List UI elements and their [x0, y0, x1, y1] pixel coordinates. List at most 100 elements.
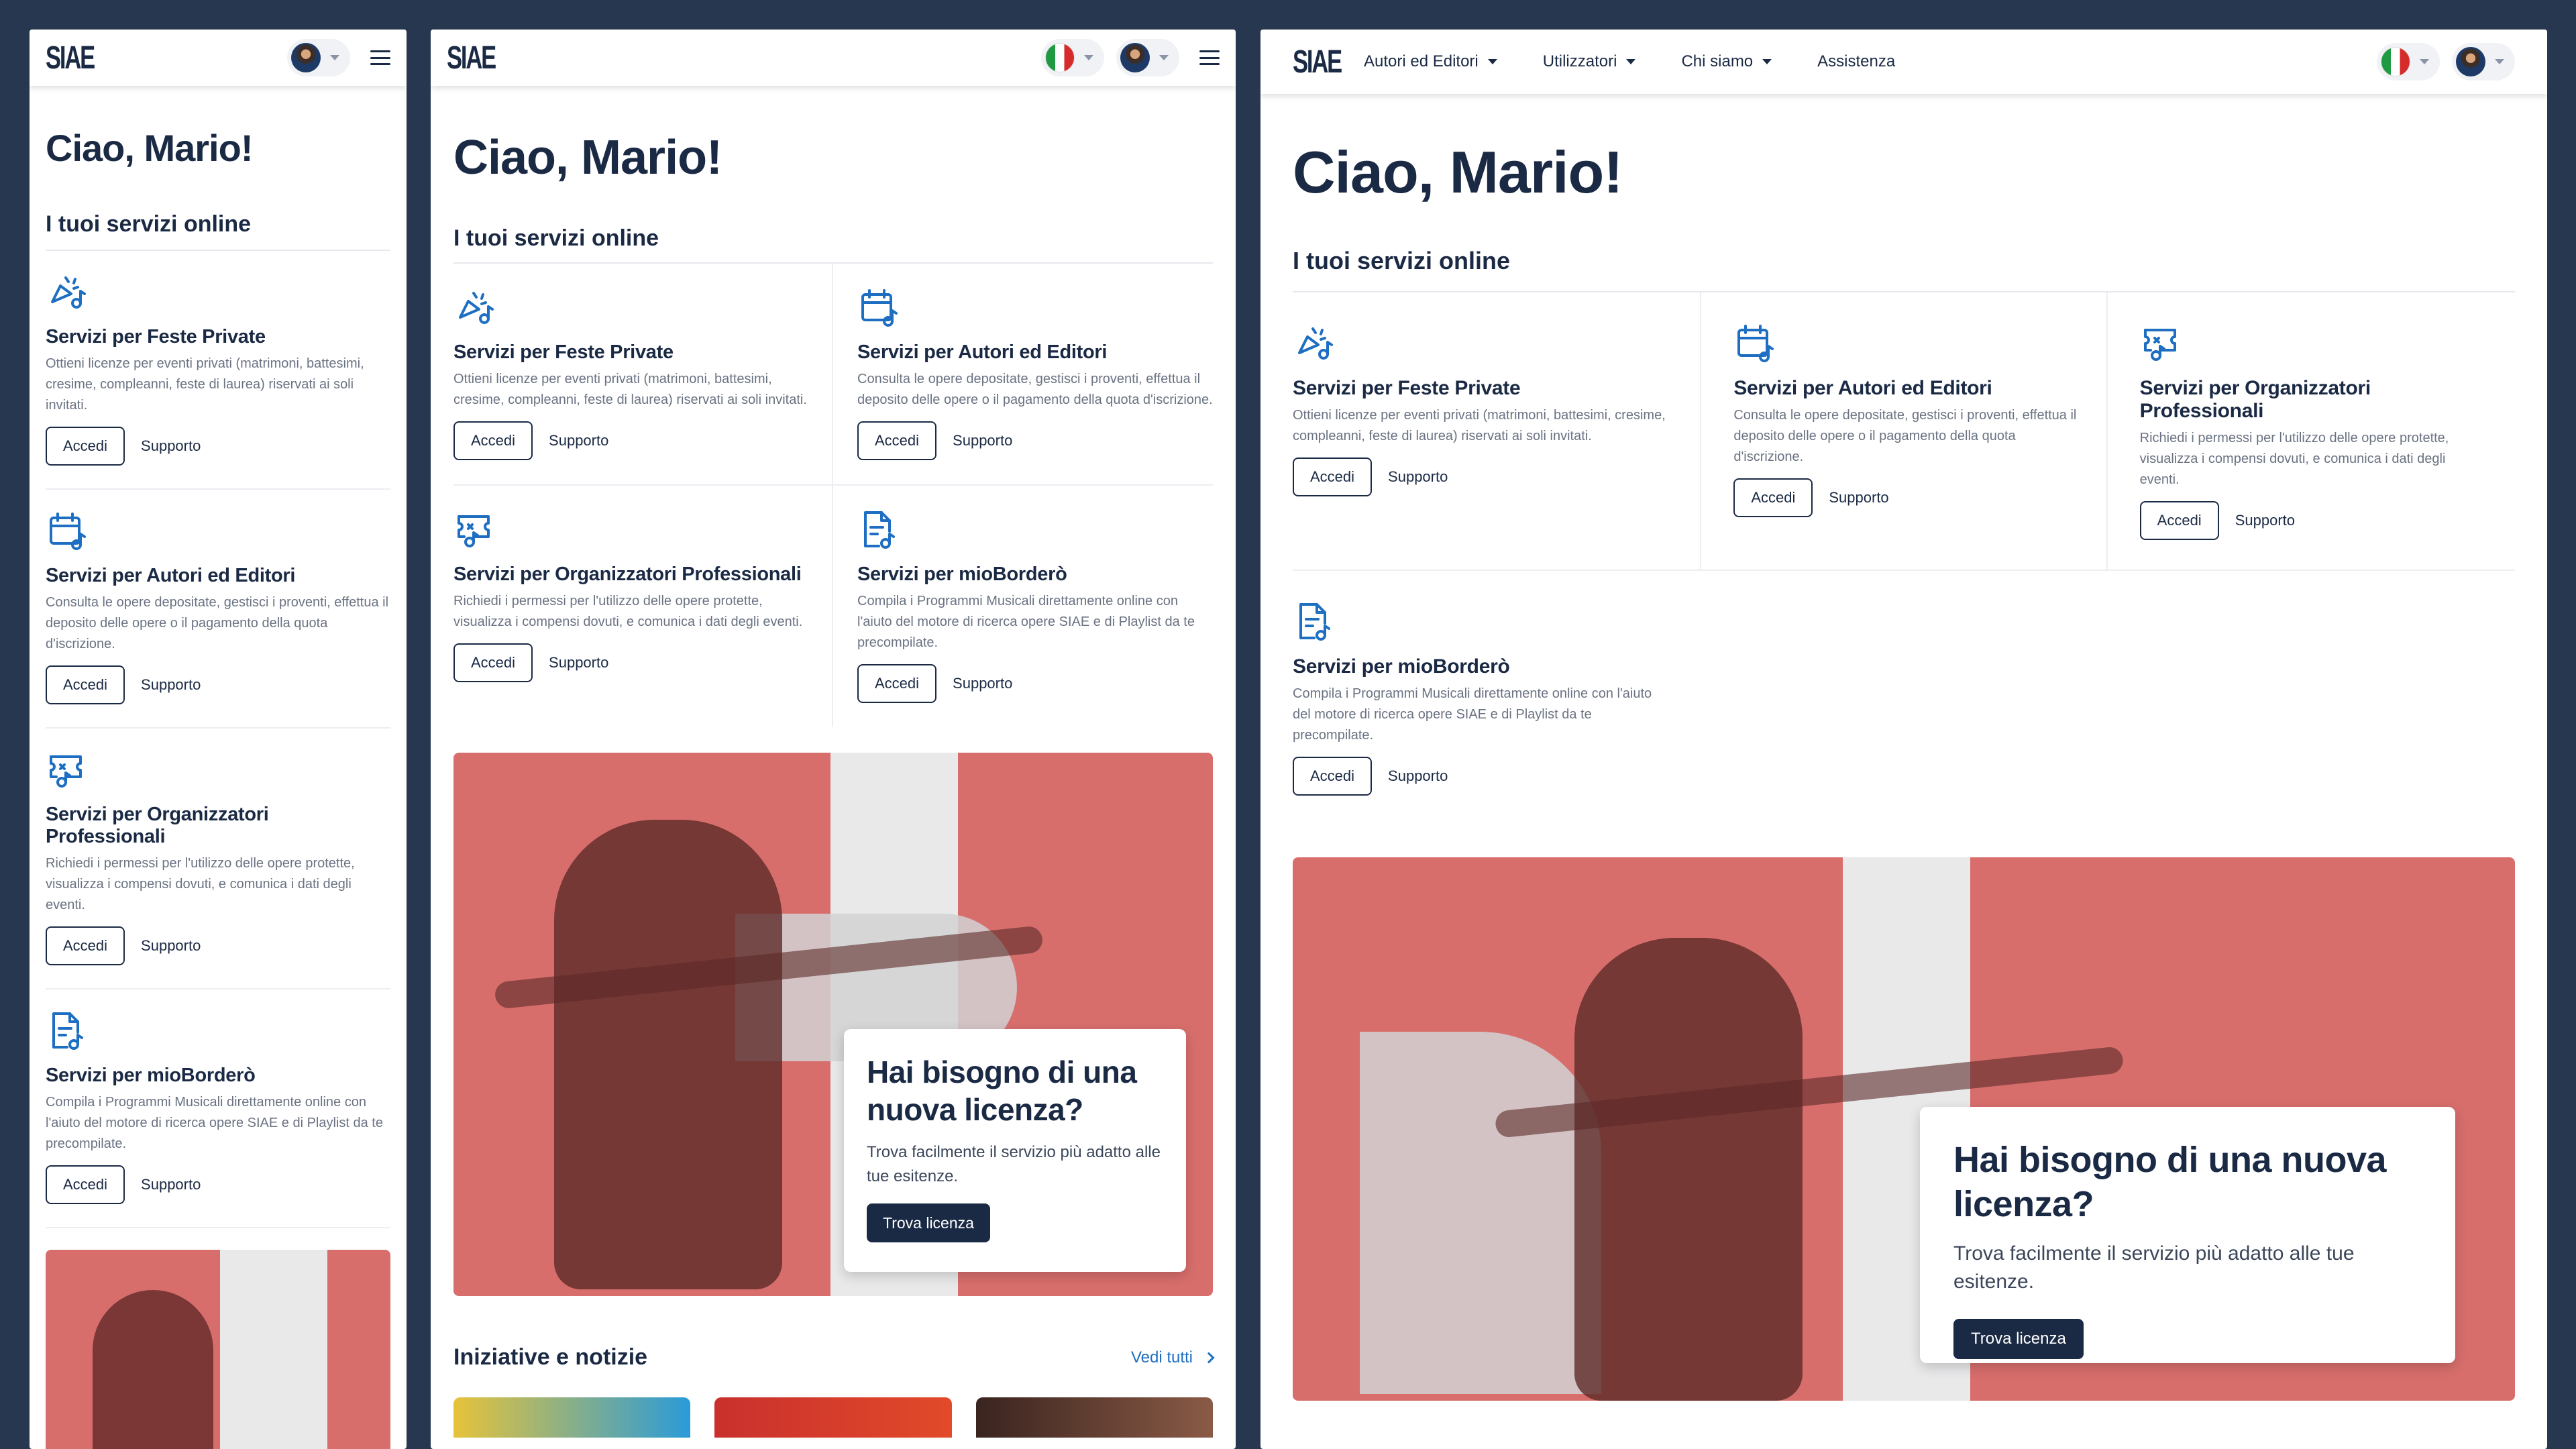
- nav-label: Assistenza: [1817, 52, 1896, 70]
- service-name: Servizi per Feste Private: [1293, 377, 1521, 399]
- chevron-down-icon: [1626, 59, 1636, 64]
- greeting: Ciao, Mario!: [453, 131, 722, 184]
- news-thumbnail[interactable]: [453, 1397, 691, 1438]
- ticket-music-icon: [453, 508, 496, 551]
- services-list: Servizi per Feste Private Ottieni licenz…: [46, 251, 390, 1228]
- service-description: Consulta le opere depositate, gestisci i…: [857, 372, 1213, 407]
- user-menu[interactable]: [287, 39, 350, 76]
- service-card: Servizi per Feste Private Ottieni licenz…: [1293, 292, 1701, 571]
- services-title: I tuoi servizi online: [453, 225, 1213, 264]
- hero-title: Hai bisogno di una nuova licenza?: [1953, 1140, 2387, 1224]
- service-card: Servizi per Organizzatori Professionali …: [2107, 292, 2515, 571]
- service-name: Servizi per Organizzatori Professionali: [46, 804, 269, 847]
- hero-card: Hai bisogno di una nuova licenza? Trova …: [844, 1029, 1186, 1272]
- nav-label: Utilizzatori: [1542, 52, 1617, 70]
- find-license-button[interactable]: Trova licenza: [1953, 1319, 2084, 1359]
- service-name: Servizi per Autori ed Editori: [46, 565, 296, 586]
- service-card: Servizi per Feste Private Ottieni licenz…: [46, 251, 390, 490]
- find-license-button[interactable]: Trova licenza: [867, 1203, 990, 1242]
- ticket-music-icon: [2140, 322, 2183, 365]
- service-description: Ottieni licenze per eventi privati (matr…: [1293, 408, 1666, 443]
- hamburger-menu-icon[interactable]: [1199, 50, 1220, 65]
- support-link[interactable]: Supporto: [1388, 468, 1448, 486]
- access-button[interactable]: Accedi: [46, 926, 125, 965]
- support-link[interactable]: Supporto: [953, 432, 1012, 449]
- support-link[interactable]: Supporto: [1829, 489, 1888, 506]
- access-button[interactable]: Accedi: [1293, 458, 1373, 496]
- document-music-icon: [1293, 600, 1336, 643]
- siae-logo[interactable]: SIAE: [46, 40, 95, 76]
- hamburger-menu-icon[interactable]: [370, 50, 390, 65]
- avatar: [291, 43, 321, 72]
- language-selector[interactable]: [2377, 43, 2440, 80]
- support-link[interactable]: Supporto: [549, 432, 608, 449]
- avatar: [2456, 47, 2485, 76]
- nav-utilizzatori[interactable]: Utilizzatori: [1543, 52, 1636, 71]
- service-card: Servizi per Organizzatori Professionali …: [453, 486, 833, 727]
- nav-label: Autori ed Editori: [1364, 52, 1479, 70]
- hero-title: Hai bisogno di una nuova licenza?: [867, 1055, 1137, 1127]
- nav-chi-siamo[interactable]: Chi siamo: [1681, 52, 1772, 71]
- support-link[interactable]: Supporto: [141, 437, 201, 455]
- news-thumbnail[interactable]: [714, 1397, 952, 1438]
- service-card: Servizi per Autori ed Editori Consulta l…: [46, 490, 390, 729]
- siae-logo[interactable]: SIAE: [447, 40, 496, 76]
- news-header: Iniziative e notizie Vedi tutti: [453, 1344, 1215, 1371]
- access-button[interactable]: Accedi: [857, 664, 937, 703]
- service-name: Servizi per Feste Private: [453, 341, 674, 363]
- hero-text: Trova facilmente il servizio più adatto …: [867, 1143, 1161, 1185]
- nav-autori-editori[interactable]: Autori ed Editori: [1364, 52, 1497, 71]
- calendar-music-icon: [46, 510, 89, 553]
- hero-text: Trova facilmente il servizio più adatto …: [1953, 1242, 2355, 1293]
- party-music-icon: [46, 271, 89, 314]
- see-all-label: Vedi tutti: [1130, 1348, 1193, 1366]
- access-button[interactable]: Accedi: [1293, 757, 1373, 796]
- news-list: [453, 1397, 1213, 1438]
- chevron-down-icon: [2495, 59, 2504, 64]
- support-link[interactable]: Supporto: [141, 1176, 201, 1193]
- document-music-icon: [857, 508, 900, 551]
- nav-assistenza[interactable]: Assistenza: [1817, 52, 1895, 71]
- ticket-music-icon: [46, 749, 89, 792]
- access-button[interactable]: Accedi: [46, 1165, 125, 1204]
- service-card: Servizi per Feste Private Ottieni licenz…: [453, 264, 833, 486]
- hero-banner: Hai bisogno di una nuova licenza? Trova …: [1293, 857, 2515, 1401]
- user-menu[interactable]: [1116, 39, 1179, 76]
- access-button[interactable]: Accedi: [1733, 478, 1813, 517]
- service-name: Servizi per Organizzatori Professionali: [2139, 377, 2371, 422]
- services-title: I tuoi servizi online: [46, 211, 390, 251]
- support-link[interactable]: Supporto: [953, 675, 1012, 692]
- access-button[interactable]: Accedi: [453, 643, 533, 682]
- support-link[interactable]: Supporto: [2235, 512, 2295, 529]
- service-card: Servizi per mioBorderò Compila i Program…: [833, 486, 1213, 727]
- support-link[interactable]: Supporto: [549, 654, 608, 672]
- support-link[interactable]: Supporto: [1388, 767, 1448, 785]
- service-name: Servizi per Autori ed Editori: [857, 341, 1108, 363]
- service-name: Servizi per Autori ed Editori: [1733, 377, 1992, 399]
- access-button[interactable]: Accedi: [2139, 501, 2219, 540]
- support-link[interactable]: Supporto: [141, 676, 201, 694]
- service-card: Servizi per Organizzatori Professionali …: [46, 729, 390, 989]
- access-button[interactable]: Accedi: [857, 421, 937, 460]
- access-button[interactable]: Accedi: [46, 665, 125, 704]
- news-title: Iniziative e notizie: [453, 1344, 648, 1370]
- support-link[interactable]: Supporto: [141, 937, 201, 955]
- access-button[interactable]: Accedi: [453, 421, 533, 460]
- avatar: [1120, 43, 1150, 72]
- siae-logo[interactable]: SIAE: [1293, 44, 1342, 80]
- news-thumbnail[interactable]: [975, 1397, 1213, 1438]
- calendar-music-icon: [857, 286, 900, 329]
- service-description: Consulta le opere depositate, gestisci i…: [1733, 408, 2077, 464]
- greeting: Ciao, Mario!: [46, 127, 253, 169]
- see-all-link[interactable]: Vedi tutti: [1130, 1348, 1215, 1367]
- service-description: Ottieni licenze per eventi privati (matr…: [453, 372, 807, 407]
- access-button[interactable]: Accedi: [46, 427, 125, 466]
- service-description: Compila i Programmi Musicali direttament…: [857, 594, 1195, 650]
- language-selector[interactable]: [1041, 39, 1104, 76]
- party-music-icon: [1293, 322, 1336, 365]
- document-music-icon: [46, 1010, 89, 1053]
- service-description: Ottieni licenze per eventi privati (matr…: [46, 356, 364, 413]
- user-menu[interactable]: [2452, 43, 2515, 80]
- nav-label: Chi siamo: [1681, 52, 1754, 70]
- service-description: Richiedi i permessi per l'utilizzo delle…: [46, 856, 355, 912]
